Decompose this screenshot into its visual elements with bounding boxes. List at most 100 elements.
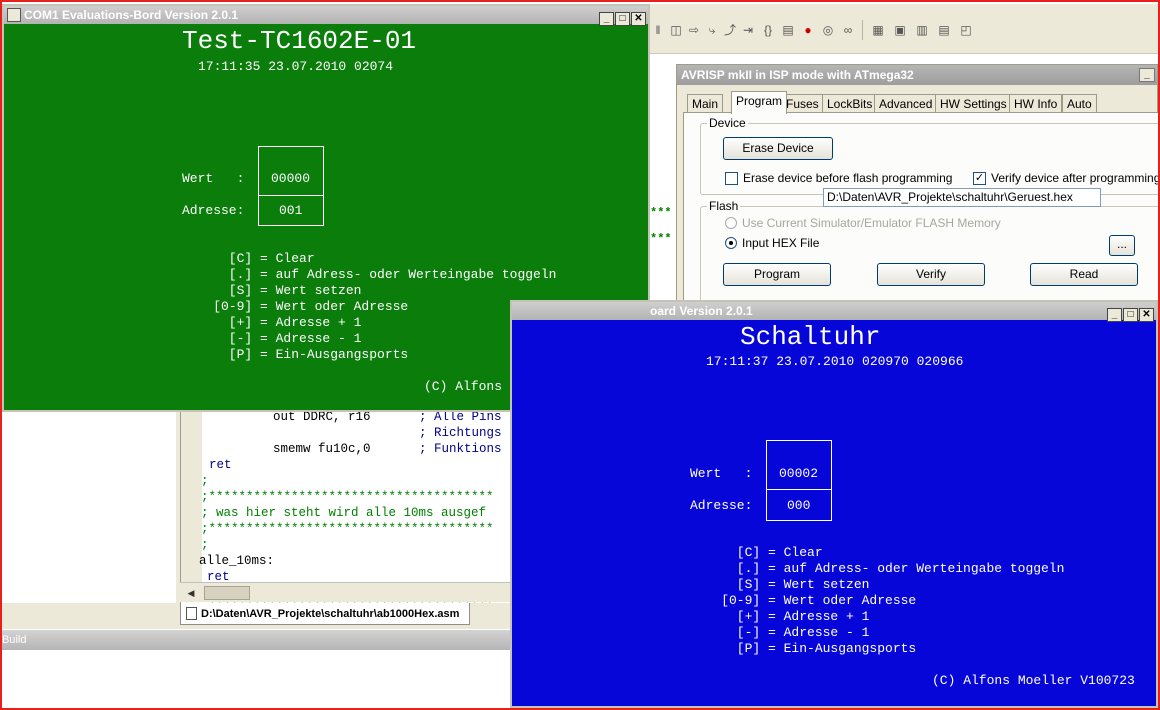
comment-stars: *** <box>650 232 672 246</box>
device-group-label: Device <box>707 116 748 130</box>
close-button[interactable]: ✕ <box>631 12 646 26</box>
input-hex-radio[interactable] <box>725 237 737 249</box>
terminal-timestamp: 17:11:35 23.07.2010 02074 <box>198 59 394 74</box>
tab-lockbits[interactable]: LockBits <box>822 94 878 113</box>
scroll-thumb[interactable] <box>204 586 250 600</box>
verify-button[interactable]: Verify <box>877 263 985 286</box>
help-line: [S] = Wert setzen <box>690 577 870 592</box>
help-line: [0-9] = Wert oder Adresse <box>182 299 409 314</box>
tab-fuses[interactable]: Fuses <box>781 94 824 113</box>
stop-icon[interactable]: ◫ <box>668 22 684 38</box>
minimize-button[interactable]: _ <box>1107 308 1122 322</box>
build-output <box>0 650 512 708</box>
maximize-button[interactable]: □ <box>1123 308 1138 322</box>
tab-hw-settings[interactable]: HW Settings <box>935 94 1012 113</box>
code-comment: ; Richtungs <box>419 426 502 440</box>
processor-view-icon[interactable]: ▦ <box>870 22 886 38</box>
run-to-cursor-icon[interactable]: ⇥ <box>740 22 756 38</box>
scroll-left-icon[interactable]: ◀ <box>184 586 198 600</box>
erase-before-checkbox[interactable] <box>725 172 738 185</box>
code-line: smemw fu10c,0 <box>273 442 371 456</box>
close-button[interactable]: ✕ <box>1139 308 1154 322</box>
help-line: [P] = Ein-Ausgangsports <box>690 641 917 656</box>
code-line: alle_10ms: <box>199 554 275 568</box>
breakpoint-icon[interactable]: ● <box>800 22 816 38</box>
browse-button[interactable]: ... <box>1109 235 1135 256</box>
verify-after-checkbox[interactable]: ✓ <box>973 172 986 185</box>
help-line: [+] = Adresse + 1 <box>690 609 870 624</box>
flash-group: Flash Use Current Simulator/Emulator FLA… <box>700 199 1160 306</box>
wert-label: Wert : <box>182 171 245 186</box>
help-line: [C] = Clear <box>182 251 315 266</box>
avrisp-title-bar[interactable]: AVRISP mkII in ISP mode with ATmega32 _ <box>677 65 1157 85</box>
step-out-icon[interactable]: ⤴ <box>722 22 738 38</box>
help-line: [-] = Adresse - 1 <box>690 625 870 640</box>
minimize-button[interactable]: _ <box>1139 68 1155 82</box>
tab-main[interactable]: Main <box>687 94 724 113</box>
help-line: [.] = auf Adress- oder Werteingabe togge… <box>690 561 1065 576</box>
input-hex-label: Input HEX File <box>742 236 820 250</box>
help-line: [S] = Wert setzen <box>182 283 362 298</box>
schaltuhr-window-title: oard Version 2.0.1 <box>650 304 753 318</box>
code-line: ; <box>201 474 209 488</box>
editor-file-tab[interactable]: D:\Daten\AVR_Projekte\schaltuhr\ab1000He… <box>180 603 470 625</box>
help-line: [-] = Adresse - 1 <box>182 331 362 346</box>
verify-after-label: Verify device after programming <box>991 171 1160 185</box>
editor-horizontal-scrollbar[interactable]: ◀ <box>180 582 512 602</box>
tab-auto[interactable]: Auto <box>1062 94 1097 113</box>
ide-toolbar: ‖ ◫ ⇨ ⤷ ⤴ ⇥ {} ▤ ● ◎ ∞ ▦ ▣ ▥ ▤ ◰ <box>648 4 1158 54</box>
wert-value: 00000 <box>271 171 311 186</box>
avrisp-dialog: AVRISP mkII in ISP mode with ATmega32 _ … <box>676 64 1160 306</box>
terminal-heading: Schaltuhr <box>740 322 881 352</box>
help-line: [C] = Clear <box>690 545 823 560</box>
tab-program[interactable]: Program <box>731 91 788 114</box>
com1-title-bar[interactable]: COM1 Evaluations-Bord Version 2.0.1 _ □ ✕ <box>4 6 648 26</box>
maximize-button[interactable]: □ <box>615 12 630 26</box>
memory-view-icon[interactable]: ▥ <box>914 22 930 38</box>
disassembler-icon[interactable]: ▤ <box>936 22 952 38</box>
step-over-icon[interactable]: ⇨ <box>686 22 702 38</box>
comment-stars: *** <box>650 206 672 220</box>
avrisp-title: AVRISP mkII in ISP mode with ATmega32 <box>681 68 914 82</box>
code-line: ; was hier steht wird alle 10ms ausgef <box>201 506 487 520</box>
terminal-heading: Test-TC1602E-01 <box>182 26 417 56</box>
code-editor[interactable]: out DDRC, r16; Alle Pins; Richtungs smemw… <box>180 405 512 616</box>
program-button[interactable]: Program <box>723 263 831 286</box>
terminal-timestamp: 17:11:37 23.07.2010 020970 020966 <box>706 354 964 369</box>
erase-device-button[interactable]: Erase Device <box>723 137 833 160</box>
register-view-icon[interactable]: ◰ <box>958 22 974 38</box>
code-comment: ; Funktions <box>419 442 502 456</box>
file-tab-label: D:\Daten\AVR_Projekte\schaltuhr\ab1000He… <box>201 608 460 620</box>
minimize-button[interactable]: _ <box>599 12 614 26</box>
tab-advanced[interactable]: Advanced <box>874 94 938 113</box>
device-group: Device Erase Device Erase device before … <box>700 116 1160 195</box>
braces-icon[interactable]: {} <box>760 22 776 38</box>
step-into-icon[interactable]: ⤷ <box>704 22 720 38</box>
help-line: [0-9] = Wert oder Adresse <box>690 593 917 608</box>
terminal-app-icon <box>7 8 21 22</box>
adresse-label: Adresse: <box>690 498 753 513</box>
adresse-label: Adresse: <box>182 203 245 218</box>
quickwatch-icon[interactable]: ∞ <box>840 22 856 38</box>
build-panel-title: Build <box>2 634 27 646</box>
io-view-icon[interactable]: ▣ <box>892 22 908 38</box>
watch-icon[interactable]: ▤ <box>780 22 796 38</box>
read-button[interactable]: Read <box>1030 263 1138 286</box>
code-line: ret <box>209 458 232 472</box>
wert-value: 00002 <box>779 466 819 481</box>
project-pane <box>0 410 180 625</box>
clear-breakpoints-icon[interactable]: ◎ <box>820 22 836 38</box>
hex-file-input[interactable]: D:\Daten\AVR_Projekte\schaltuhr\Geruest.… <box>823 188 1101 207</box>
code-line: ; <box>201 538 209 552</box>
copyright: (C) Alfons Moeller V100723 <box>932 673 1135 688</box>
help-line: [+] = Adresse + 1 <box>182 315 362 330</box>
tab-hw-info[interactable]: HW Info <box>1009 94 1063 113</box>
com1-window-title: COM1 Evaluations-Bord Version 2.0.1 <box>24 8 239 22</box>
code-line: ;************************************** <box>201 522 494 536</box>
adresse-value: 001 <box>279 203 303 218</box>
use-simulator-radio[interactable] <box>725 217 737 229</box>
build-panel-header: Build <box>0 630 512 650</box>
help-line: [.] = auf Adress- oder Werteingabe togge… <box>182 267 557 282</box>
schaltuhr-title-bar[interactable]: oard Version 2.0.1 _ □ ✕ <box>512 302 1156 322</box>
step-icon[interactable]: ‖ <box>650 22 666 38</box>
